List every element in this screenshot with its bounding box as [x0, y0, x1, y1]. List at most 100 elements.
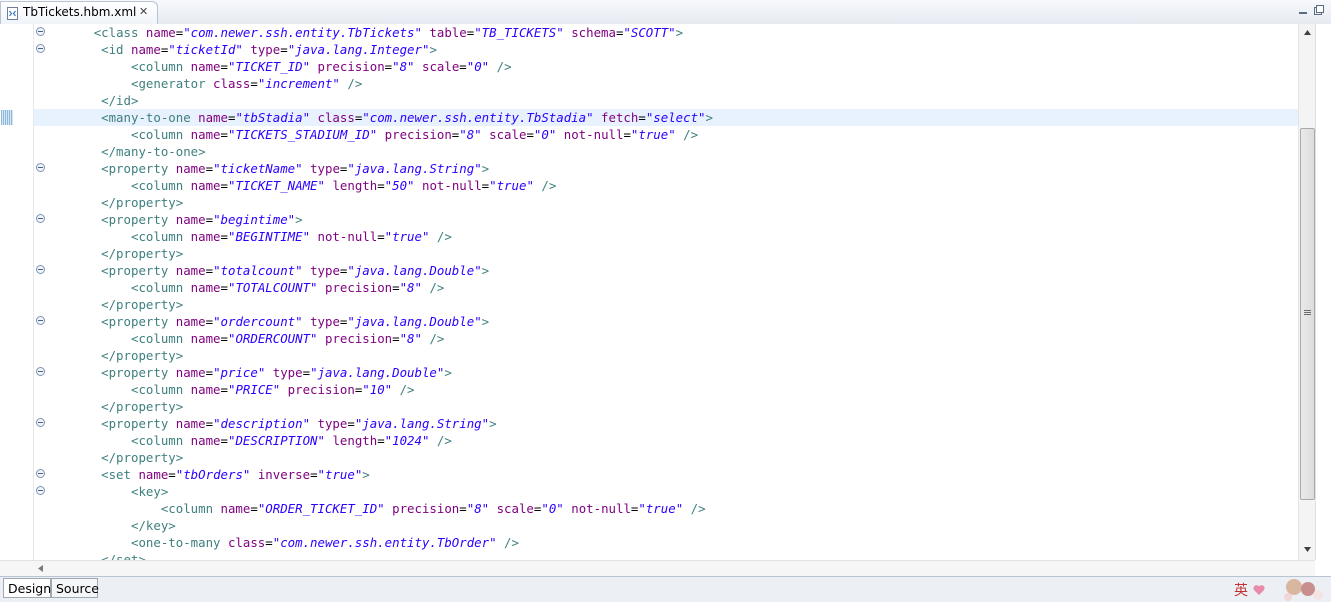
maximize-icon[interactable] — [1313, 4, 1325, 16]
code-line[interactable]: <property name="begintime"> — [34, 211, 1298, 228]
code-token-attr: scale — [421, 59, 460, 74]
code-token-tag: > — [481, 314, 490, 329]
code-line[interactable]: <property name="description" type="java.… — [34, 415, 1298, 432]
code-line[interactable]: <property name="price" type="java.lang.D… — [34, 364, 1298, 381]
code-token-plain: = — [220, 382, 228, 397]
code-token-val: "TICKET_ID" — [227, 59, 311, 74]
code-token-tag: <column — [130, 280, 191, 295]
code-token-attr: precision — [324, 280, 393, 295]
code-line[interactable]: </many-to-one> — [34, 143, 1298, 160]
code-text-area[interactable]: <class name="com.newer.ssh.entity.TbTick… — [34, 24, 1298, 560]
scroll-down-icon[interactable] — [1303, 545, 1312, 554]
code-token-tag: > — [444, 365, 452, 380]
code-line[interactable]: <column name="BEGINTIME" not-null="true"… — [34, 228, 1298, 245]
code-line[interactable]: <column name="TICKET_NAME" length="50" n… — [34, 177, 1298, 194]
source-editor[interactable]: <class name="com.newer.ssh.entity.TbTick… — [0, 24, 1331, 576]
code-token-plain: = — [220, 331, 228, 346]
scroll-left-icon[interactable] — [36, 564, 45, 573]
code-token-plain: = — [250, 501, 258, 516]
code-token-tag: /> — [541, 178, 557, 193]
code-token-val: "java.lang.Double" — [347, 263, 482, 278]
code-line[interactable]: </set> — [34, 551, 1298, 560]
code-token-attr: precision — [317, 59, 385, 74]
code-line[interactable]: <column name="TICKETS_STADIUM_ID" precis… — [34, 126, 1298, 143]
code-line[interactable]: </property> — [34, 347, 1298, 364]
code-line[interactable]: <column name="DESCRIPTION" length="1024"… — [34, 432, 1298, 449]
code-token-plain: = — [638, 110, 646, 125]
code-token-plain: = — [392, 331, 400, 346]
code-line[interactable]: </id> — [34, 92, 1298, 109]
code-line[interactable]: </property> — [34, 194, 1298, 211]
code-line[interactable]: <property name="ordercount" type="java.l… — [34, 313, 1298, 330]
code-line[interactable]: </key> — [34, 517, 1298, 534]
tab-design[interactable]: Design — [3, 578, 51, 598]
code-token-attr: class — [227, 535, 266, 550]
tab-source[interactable]: Source — [51, 578, 99, 598]
code-token-plain: = — [623, 127, 631, 142]
scroll-up-icon[interactable] — [1303, 28, 1312, 37]
code-token-val: "java.lang.Integer" — [287, 42, 430, 57]
code-token-attr: precision — [287, 382, 355, 397]
code-token-tag: > — [429, 42, 437, 57]
code-line[interactable]: <class name="com.newer.ssh.entity.TbTick… — [34, 24, 1298, 41]
code-token-attr: not-null — [571, 501, 631, 516]
code-line[interactable]: <column name="ORDERCOUNT" precision="8" … — [34, 330, 1298, 347]
code-token-val: "true" — [489, 178, 534, 193]
code-line[interactable]: <column name="PRICE" precision="10" /> — [34, 381, 1298, 398]
code-token-plain: = — [205, 161, 214, 176]
code-token-tag: <property — [101, 416, 176, 431]
code-token-val: "8" — [392, 59, 415, 74]
overview-ruler[interactable] — [1315, 24, 1331, 560]
code-line[interactable]: </property> — [34, 245, 1298, 262]
code-token-plain: = — [220, 127, 228, 142]
code-line[interactable]: <many-to-one name="tbStadia" class="com.… — [34, 109, 1298, 126]
code-token-tag: > — [481, 263, 490, 278]
code-token-val: "8" — [399, 280, 422, 295]
close-icon[interactable]: ✕ — [139, 5, 148, 18]
code-line[interactable]: </property> — [34, 398, 1298, 415]
code-token-plain: = — [377, 433, 385, 448]
code-line[interactable]: <id name="ticketId" type="java.lang.Inte… — [34, 41, 1298, 58]
ime-language-indicator[interactable]: 英 — [1234, 580, 1248, 600]
code-token-val: "true" — [630, 127, 676, 142]
code-token-plain: = — [205, 263, 214, 278]
code-token-plain: = — [377, 229, 385, 244]
vertical-scrollbar[interactable] — [1298, 24, 1316, 560]
code-line[interactable]: </property> — [34, 449, 1298, 466]
vertical-scroll-thumb[interactable] — [1300, 128, 1315, 500]
editor-tab-tbtickets[interactable]: TbTickets.hbm.xml ✕ — [0, 1, 158, 24]
code-token-tag: /> — [683, 127, 699, 142]
code-line[interactable]: <set name="tbOrders" inverse="true"> — [34, 466, 1298, 483]
code-line[interactable]: <generator class="increment" /> — [34, 75, 1298, 92]
code-line[interactable]: <property name="totalcount" type="java.l… — [34, 262, 1298, 279]
code-token-tag: <class — [93, 25, 146, 40]
code-line[interactable]: <column name="TICKET_ID" precision="8" s… — [34, 58, 1298, 75]
code-token-val: "tbOrders" — [175, 467, 251, 482]
horizontal-scrollbar[interactable] — [0, 560, 1315, 577]
code-token-tag: </set> — [101, 552, 146, 560]
code-token-attr: type — [317, 416, 348, 431]
code-line[interactable]: </property> — [34, 296, 1298, 313]
code-line[interactable]: <one-to-many class="com.newer.ssh.entity… — [34, 534, 1298, 551]
code-token-tag: <column — [130, 178, 191, 193]
minimize-icon[interactable] — [1297, 4, 1309, 16]
code-token-tag: > — [481, 161, 490, 176]
code-line[interactable]: <key> — [34, 483, 1298, 500]
ime-tray[interactable]: 英 — [1228, 577, 1331, 602]
code-token-tag: > — [705, 110, 713, 125]
code-token-val: "0" — [533, 127, 557, 142]
code-line[interactable]: <column name="TOTALCOUNT" precision="8" … — [34, 279, 1298, 296]
code-line[interactable]: <property name="ticketName" type="java.l… — [34, 160, 1298, 177]
code-line[interactable]: <column name="ORDER_TICKET_ID" precision… — [34, 500, 1298, 517]
